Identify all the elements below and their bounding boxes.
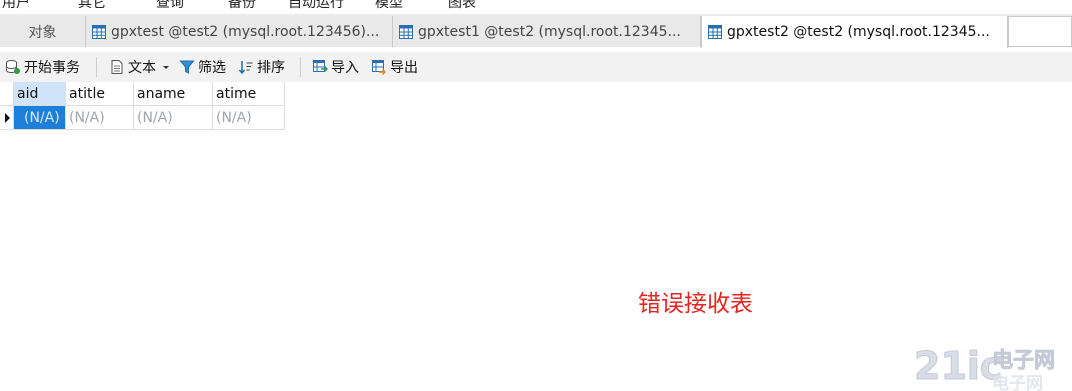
filter-icon [179,60,195,74]
sort-label: 排序 [257,60,285,76]
filter-label: 筛选 [198,60,226,76]
tab-new-area[interactable] [1008,16,1072,47]
tab-gpxtest2[interactable]: gpxtest2 @test2 (mysql.root.12345... [701,16,1008,48]
begin-transaction-button[interactable]: 开始事务 [5,56,80,78]
column-header-atime[interactable]: atime [213,82,285,106]
menu-user[interactable]: 用户 [2,0,30,12]
cell-atime[interactable]: (N/A) [213,106,285,130]
tab-bar: 对象 gpxtest @test2 (mysql.root.123456)...… [0,14,1072,48]
export-label: 导出 [390,60,418,76]
svg-text:电子网: 电子网 [992,348,1055,372]
menu-automation[interactable]: 自动运行 [288,0,344,12]
tab-label: gpxtest1 @test2 (mysql.root.12345... [418,23,681,40]
column-header-aid[interactable]: aid [14,82,66,106]
chevron-down-icon [163,66,169,69]
document-icon [111,60,123,74]
text-label: 文本 [128,60,156,76]
table-icon [92,24,106,39]
tab-gpxtest[interactable]: gpxtest @test2 (mysql.root.123456)... [86,16,393,47]
tab-label: gpxtest @test2 (mysql.root.123456)... [111,23,380,40]
tab-gpxtest1[interactable]: gpxtest1 @test2 (mysql.root.12345... [393,16,701,47]
import-label: 导入 [331,60,359,76]
column-header-aname[interactable]: aname [134,82,213,106]
export-icon [372,60,387,75]
menu-backup[interactable]: 备份 [228,0,256,12]
begin-transaction-label: 开始事务 [24,60,80,76]
import-icon [313,60,328,73]
export-button[interactable]: 导出 [371,56,418,78]
svg-text:电子网: 电子网 [992,373,1043,391]
text-button[interactable]: 文本 [109,56,174,78]
annotation-text: 错误接收表 [638,291,753,317]
menu-bar: 用户 其它 查询 备份 自动运行 模型 图表 [0,0,1072,14]
grid-corner [0,82,14,106]
menu-other[interactable]: 其它 [78,0,106,12]
cell-atitle[interactable]: (N/A) [66,106,134,130]
import-button[interactable]: 导入 [312,56,359,78]
watermark-logo: 21ic 电子网 电子网 [914,344,1056,391]
sort-icon [238,61,253,75]
sort-button[interactable]: 排序 [238,56,285,78]
toolbar-divider [96,57,97,77]
toolbar-divider [300,57,301,77]
svg-text:21ic: 21ic [914,344,1002,388]
table-icon [399,24,413,39]
tab-label: gpxtest2 @test2 (mysql.root.12345... [727,24,990,40]
cell-aid[interactable]: (N/A) [14,106,66,130]
menu-model[interactable]: 模型 [375,0,403,12]
tab-objects[interactable]: 对象 [0,16,86,47]
toolbar: 开始事务 文本 筛选 排序 导入 导出 [0,52,1072,82]
column-header-atitle[interactable]: atitle [66,82,134,106]
cell-aname[interactable]: (N/A) [134,106,213,130]
filter-button[interactable]: 筛选 [179,56,226,78]
menu-query[interactable]: 查询 [156,0,184,12]
transaction-icon [6,60,20,74]
tab-objects-label: 对象 [28,24,57,41]
menu-chart[interactable]: 图表 [448,0,476,12]
current-row-arrow-icon [5,113,10,123]
row-indicator[interactable] [0,106,14,130]
table-icon [708,25,722,39]
